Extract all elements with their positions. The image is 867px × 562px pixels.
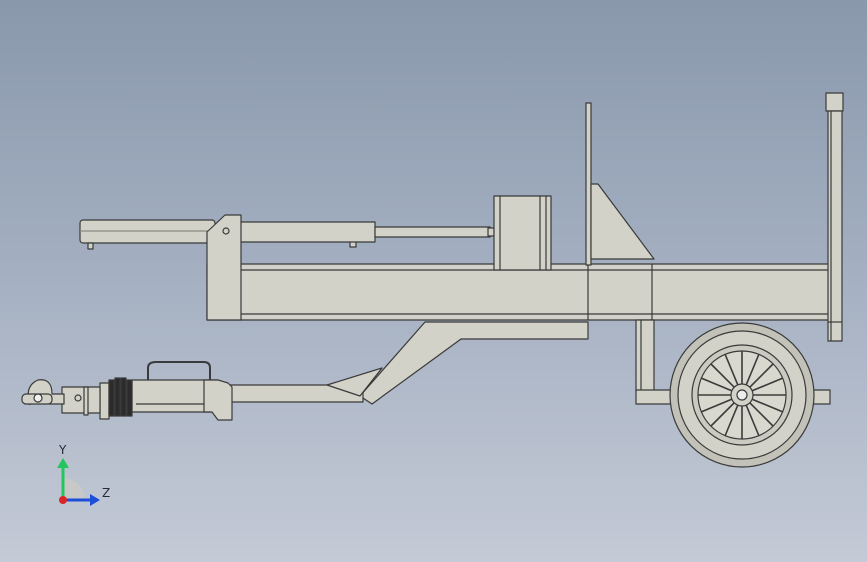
z-axis-arrowhead <box>90 494 100 506</box>
x-axis-dot <box>59 496 67 504</box>
coordinate-triad <box>57 458 100 506</box>
push-plate[interactable] <box>585 102 592 266</box>
trailer-model[interactable] <box>0 0 867 562</box>
hydraulic-cylinder[interactable] <box>79 219 495 250</box>
drawbar[interactable] <box>217 367 383 403</box>
rear-post[interactable] <box>825 92 844 342</box>
y-axis-label: Y <box>59 443 67 457</box>
bracket-pin <box>222 227 230 235</box>
y-axis-arrowhead <box>57 458 69 468</box>
wheel[interactable] <box>669 322 815 468</box>
hitch-coupler[interactable] <box>21 361 233 421</box>
triad-arc <box>63 478 85 500</box>
splitting-wedge[interactable] <box>493 195 552 271</box>
cad-viewport[interactable]: Y Z <box>0 0 867 562</box>
lower-frame[interactable] <box>359 321 589 405</box>
main-beam[interactable] <box>206 263 830 321</box>
gusset-plate[interactable] <box>590 183 655 260</box>
z-axis-label: Z <box>102 486 111 500</box>
